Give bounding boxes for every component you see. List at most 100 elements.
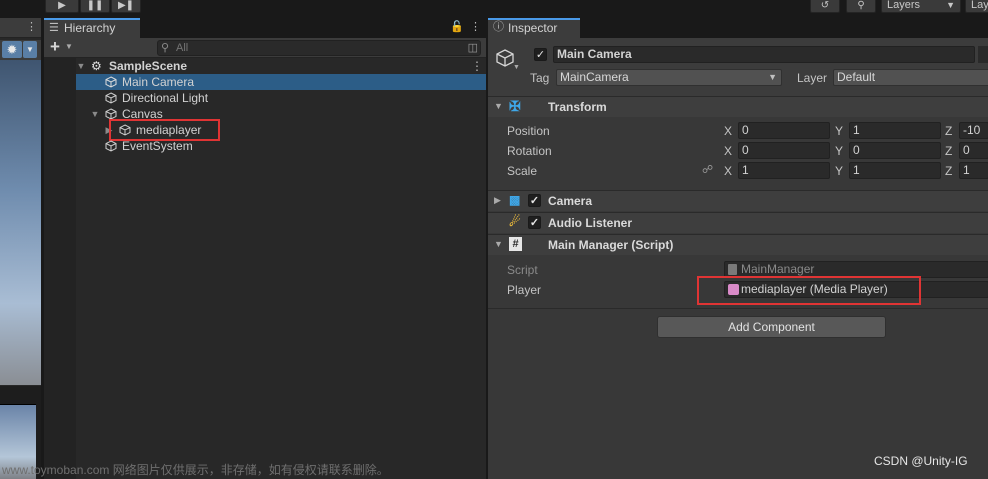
script-file-icon [728, 264, 737, 275]
lock-icon[interactable]: 🔓 [450, 20, 464, 33]
script-icon: # [509, 237, 522, 251]
list-item[interactable]: Directional Light [76, 90, 486, 106]
expand-arrow-icon[interactable]: ▼ [76, 58, 86, 74]
axis-z-label: Z [945, 124, 953, 138]
add-component-button[interactable]: Add Component [657, 316, 886, 338]
tab-inspector[interactable]: ⓘ Inspector [488, 18, 580, 38]
scene-view-toolbar: ⋮ [0, 18, 41, 38]
rotation-y-field[interactable]: 0 [849, 142, 941, 159]
chevron-down-icon: ▼ [946, 0, 955, 10]
axis-y-label: Y [835, 144, 844, 158]
position-x: 0 [742, 123, 749, 137]
audio-listener-header[interactable]: ☄ ✓ Audio Listener [488, 212, 988, 233]
hierarchy-tab-label: Hierarchy [64, 21, 116, 35]
more-options-icon[interactable]: ⋮ [26, 20, 37, 33]
audio-enabled-checkbox[interactable]: ✓ [528, 216, 541, 229]
search-placeholder: All [176, 42, 189, 54]
audio-listener-title: Audio Listener [548, 216, 633, 230]
position-z: -10 [963, 123, 981, 137]
hierarchy-gutter [44, 58, 76, 479]
active-checkbox[interactable]: ✓ [534, 48, 547, 61]
gameobject-icon [496, 49, 514, 67]
search-button[interactable]: ⚲ [846, 0, 876, 13]
chevron-down-icon[interactable]: ▼ [23, 41, 37, 58]
script-component-title: Main Manager (Script) [548, 238, 674, 252]
hierarchy-tabbar: ☰ Hierarchy 🔓 ⋮ [44, 18, 486, 38]
hierarchy-toolbar: + ▼ ⚲ All ◫ [44, 37, 486, 58]
script-value: MainManager [741, 262, 815, 276]
pause-button[interactable]: ❚❚ [80, 0, 110, 13]
expand-arrow-icon[interactable]: ▼ [90, 106, 100, 122]
constrain-proportions-icon[interactable]: ☍ [702, 163, 713, 176]
step-button[interactable]: ▶❚ [111, 0, 141, 13]
layer-dropdown[interactable]: Default [833, 69, 988, 86]
rotation-x: 0 [742, 143, 749, 157]
more-options-icon[interactable]: ⋮ [470, 20, 481, 33]
top-toolbar: ▶ ❚❚ ▶❚ ↺ ⚲ Layers ▼ Lay [0, 0, 988, 16]
chevron-down-icon[interactable]: ▼ [65, 42, 73, 51]
layer-value: Default [837, 70, 876, 84]
axis-z-label: Z [945, 144, 953, 158]
inspector-panel: ⓘ Inspector ▼ ✓ Main Camera Tag MainCame… [487, 18, 988, 479]
scale-y: 1 [853, 163, 860, 177]
camera-component-header[interactable]: ▶ ▩ ✓ Camera [488, 190, 988, 211]
script-label: Script [507, 263, 538, 277]
layers-dropdown[interactable]: Layers ▼ [881, 0, 961, 13]
static-toggle[interactable] [978, 46, 988, 63]
tag-dropdown[interactable]: MainCamera ▼ [556, 69, 782, 86]
rotation-z: 0 [963, 143, 970, 157]
layout-dropdown[interactable]: Lay [965, 0, 988, 13]
list-item[interactable]: EventSystem [76, 138, 486, 154]
rotation-x-field[interactable]: 0 [738, 142, 830, 159]
scene-gizmo-bar: ✹ ▼ [0, 40, 41, 60]
unity-logo-icon: ⚙ [91, 59, 102, 73]
more-options-icon[interactable]: ⋮ [471, 58, 483, 74]
rotation-label: Rotation [507, 144, 552, 158]
gameobject-icon [105, 92, 117, 104]
scale-z-field[interactable]: 1 [959, 162, 988, 179]
position-z-field[interactable]: -10 [959, 122, 988, 139]
object-name-field[interactable]: Main Camera [553, 46, 975, 63]
transform-body: Position X 0 Y 1 Z -10 Rotation X 0 Y 0 … [488, 118, 988, 190]
rotation-z-field[interactable]: 0 [959, 142, 988, 159]
scene-viewport[interactable] [0, 60, 41, 385]
transform-title: Transform [548, 100, 607, 114]
scale-x-field[interactable]: 1 [738, 162, 830, 179]
scene-row[interactable]: ▼ ⚙ SampleScene ⋮ [76, 58, 486, 74]
transform-header[interactable]: ▼ ✠ Transform [488, 96, 988, 117]
axis-y-label: Y [835, 124, 844, 138]
position-y-field[interactable]: 1 [849, 122, 941, 139]
divider [488, 308, 988, 309]
layers-label: Layers [887, 0, 921, 11]
position-x-field[interactable]: 0 [738, 122, 830, 139]
fold-arrow-icon: ▼ [494, 101, 503, 111]
play-button[interactable]: ▶ [45, 0, 79, 13]
axis-z-label: Z [945, 164, 953, 178]
history-button[interactable]: ↺ [810, 0, 840, 13]
chevron-down-icon: ▼ [768, 72, 777, 82]
tag-value: MainCamera [560, 70, 629, 84]
object-name: Main Camera [557, 47, 632, 61]
gameobject-icon [105, 140, 117, 152]
tab-hierarchy[interactable]: ☰ Hierarchy [44, 18, 140, 38]
inspector-tabbar: ⓘ Inspector [488, 18, 988, 38]
axis-y-label: Y [835, 164, 844, 178]
search-icon: ⚲ [857, 0, 865, 11]
add-object-icon[interactable]: + [50, 37, 60, 57]
position-y: 1 [853, 123, 860, 137]
script-component-header[interactable]: ▼ # Main Manager (Script) [488, 234, 988, 255]
history-icon: ↺ [820, 0, 830, 11]
chevron-down-icon[interactable]: ▼ [513, 64, 520, 71]
info-icon: ⓘ [493, 21, 504, 33]
filter-icon[interactable]: ◫ [468, 41, 478, 55]
hierarchy-search-input[interactable]: ⚲ All ◫ [157, 40, 481, 56]
axis-x-label: X [724, 124, 733, 138]
gizmo-globe-icon[interactable]: ✹ [2, 41, 22, 58]
camera-enabled-checkbox[interactable]: ✓ [528, 194, 541, 207]
list-icon: ☰ [49, 22, 59, 34]
list-item[interactable]: Main Camera [76, 74, 486, 90]
transform-icon: ✠ [509, 98, 521, 114]
layout-label: Lay [971, 0, 988, 11]
scale-y-field[interactable]: 1 [849, 162, 941, 179]
script-component-body: Script MainManager Player mediaplayer (M… [488, 256, 988, 308]
